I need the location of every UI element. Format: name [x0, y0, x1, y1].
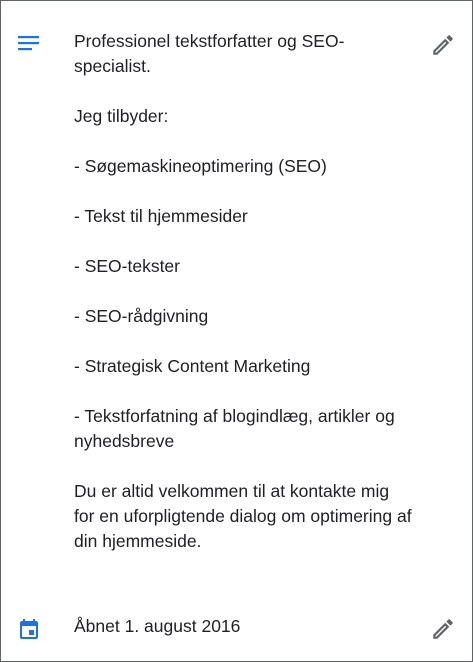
description-line: - SEO-tekster	[74, 256, 180, 276]
description-line: - Strategisk Content Marketing	[74, 356, 311, 376]
opened-date: Åbnet 1. august 2016	[74, 616, 241, 636]
description-line: Jeg tilbyder:	[74, 106, 169, 126]
description-line: - Søgemaskineoptimering (SEO)	[74, 156, 327, 176]
notes-icon	[17, 32, 41, 56]
edit-description-pencil-icon[interactable]	[430, 32, 456, 58]
business-info-panel: Professionel tekstforfatter og SEO-speci…	[0, 0, 473, 662]
calendar-icon	[17, 617, 41, 641]
business-description: Professionel tekstforfatter og SEO-speci…	[74, 29, 414, 554]
description-line: - Tekst til hjemmesider	[74, 206, 248, 226]
description-line: - SEO-rådgivning	[74, 306, 209, 326]
edit-opened-date-pencil-icon[interactable]	[430, 616, 456, 642]
description-line: - Tekstforfatning af blogindlæg, artikle…	[74, 406, 395, 451]
opened-date-row: Åbnet 1. august 2016	[1, 597, 472, 661]
description-line: Professionel tekstforfatter og SEO-speci…	[74, 31, 345, 76]
description-line: Du er altid velkommen til at kontakte mi…	[74, 481, 412, 551]
